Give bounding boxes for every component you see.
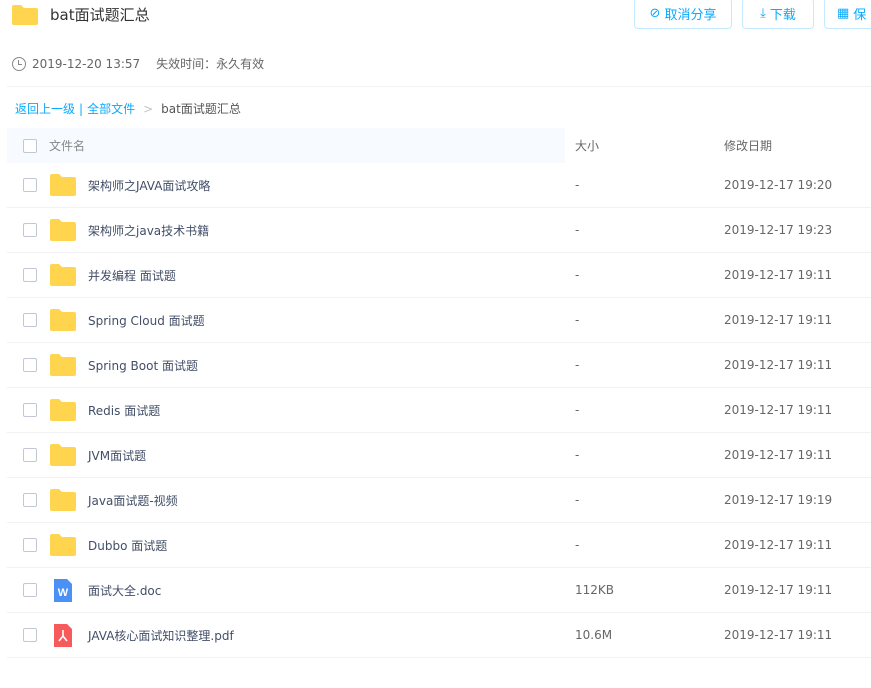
table-row[interactable]: 架构师之JAVA面试攻略 - 2019-12-17 19:20 (7, 163, 871, 208)
folder-icon (50, 534, 76, 556)
row-checkbox[interactable] (23, 538, 37, 552)
file-size: 112KB (575, 583, 615, 597)
table-row[interactable]: 架构师之java技术书籍 - 2019-12-17 19:23 (7, 208, 871, 253)
modified-date: 2019-12-17 19:11 (724, 313, 833, 327)
modified-date: 2019-12-17 19:19 (724, 493, 833, 507)
table-header: 文件名 大小 修改日期 (7, 128, 871, 163)
save-icon: ▦ (837, 6, 850, 21)
table-row[interactable]: JVM面试题 - 2019-12-17 19:11 (7, 433, 871, 478)
file-name-link[interactable]: 并发编程 面试题 (88, 267, 176, 284)
file-name-link[interactable]: Java面试题-视频 (88, 492, 178, 509)
file-name-link[interactable]: JVM面试题 (88, 447, 146, 464)
modified-date: 2019-12-17 19:11 (724, 403, 833, 417)
folder-icon (50, 444, 76, 466)
row-checkbox[interactable] (23, 628, 37, 642)
table-row[interactable]: W 面试大全.doc 112KB 2019-12-17 19:11 (7, 568, 871, 613)
row-checkbox[interactable] (23, 178, 37, 192)
file-size: - (575, 403, 580, 417)
divider (7, 86, 871, 87)
folder-icon (50, 489, 76, 511)
row-checkbox[interactable] (23, 493, 37, 507)
modified-date: 2019-12-17 19:11 (724, 358, 833, 372)
modified-date: 2019-12-17 19:20 (724, 178, 833, 192)
file-size: - (575, 268, 580, 282)
row-checkbox[interactable] (23, 583, 37, 597)
share-title: bat面试题汇总 (12, 4, 150, 25)
file-name-link[interactable]: Spring Cloud 面试题 (88, 312, 205, 329)
row-checkbox[interactable] (23, 403, 37, 417)
modified-date: 2019-12-17 19:11 (724, 538, 833, 552)
file-size: - (575, 493, 580, 507)
folder-icon (50, 354, 76, 376)
row-checkbox[interactable] (23, 358, 37, 372)
table-row[interactable]: Spring Cloud 面试题 - 2019-12-17 19:11 (7, 298, 871, 343)
table-row[interactable]: Dubbo 面试题 - 2019-12-17 19:11 (7, 523, 871, 568)
file-name-link[interactable]: 架构师之JAVA面试攻略 (88, 177, 210, 194)
table-row[interactable]: 并发编程 面试题 - 2019-12-17 19:11 (7, 253, 871, 298)
download-icon: ⤓ (760, 6, 766, 21)
column-name[interactable]: 文件名 (49, 137, 85, 154)
file-name-link[interactable]: Spring Boot 面试题 (88, 357, 198, 374)
modified-date: 2019-12-17 19:11 (724, 628, 833, 642)
svg-text:W: W (58, 587, 69, 599)
page-title: bat面试题汇总 (50, 6, 150, 24)
file-size: - (575, 223, 580, 237)
table-row[interactable]: Spring Boot 面试题 - 2019-12-17 19:11 (7, 343, 871, 388)
file-name-link[interactable]: 面试大全.doc (88, 582, 161, 599)
word-doc-icon: W (54, 579, 72, 602)
modified-date: 2019-12-17 19:23 (724, 223, 833, 237)
modified-date: 2019-12-17 19:11 (724, 583, 833, 597)
table-row[interactable]: Redis 面试题 - 2019-12-17 19:11 (7, 388, 871, 433)
select-all-checkbox[interactable] (23, 138, 37, 153)
all-files-link[interactable]: 全部文件 (87, 100, 135, 117)
folder-icon (50, 399, 76, 421)
column-date[interactable]: 修改日期 (724, 137, 772, 154)
ban-icon: ⊘ (649, 6, 661, 21)
download-button[interactable]: ⤓ 下载 (742, 0, 814, 29)
file-size: - (575, 313, 580, 327)
column-size[interactable]: 大小 (575, 137, 599, 154)
folder-icon (50, 174, 76, 196)
table-row[interactable]: Java面试题-视频 - 2019-12-17 19:19 (7, 478, 871, 523)
file-name-link[interactable]: 架构师之java技术书籍 (88, 222, 209, 239)
pdf-icon (54, 624, 72, 647)
file-size: - (575, 448, 580, 462)
back-link[interactable]: 返回上一级 (15, 100, 75, 117)
row-checkbox[interactable] (23, 268, 37, 282)
row-checkbox[interactable] (23, 313, 37, 327)
file-size: - (575, 178, 580, 192)
row-checkbox[interactable] (23, 223, 37, 237)
folder-icon (12, 4, 38, 25)
folder-icon (50, 309, 76, 331)
file-size: - (575, 538, 580, 552)
folder-icon (50, 264, 76, 286)
folder-icon (50, 219, 76, 241)
file-name-link[interactable]: Redis 面试题 (88, 402, 160, 419)
modified-date: 2019-12-17 19:11 (724, 448, 833, 462)
breadcrumb: 返回上一级 | 全部文件 > bat面试题汇总 (15, 100, 241, 117)
file-name-link[interactable]: Dubbo 面试题 (88, 537, 167, 554)
share-meta: 2019-12-20 13:57 失效时间：永久有效 (12, 55, 264, 72)
file-size: - (575, 358, 580, 372)
table-row[interactable]: JAVA核心面试知识整理.pdf 10.6M 2019-12-17 19:11 (7, 613, 871, 658)
row-checkbox[interactable] (23, 448, 37, 462)
cancel-share-button[interactable]: ⊘ 取消分享 (634, 0, 732, 29)
save-button[interactable]: ▦ 保 (824, 0, 871, 29)
file-size: 10.6M (575, 628, 613, 642)
modified-date: 2019-12-17 19:11 (724, 268, 833, 282)
clock-icon (12, 56, 26, 71)
file-name-link[interactable]: JAVA核心面试知识整理.pdf (88, 627, 234, 644)
